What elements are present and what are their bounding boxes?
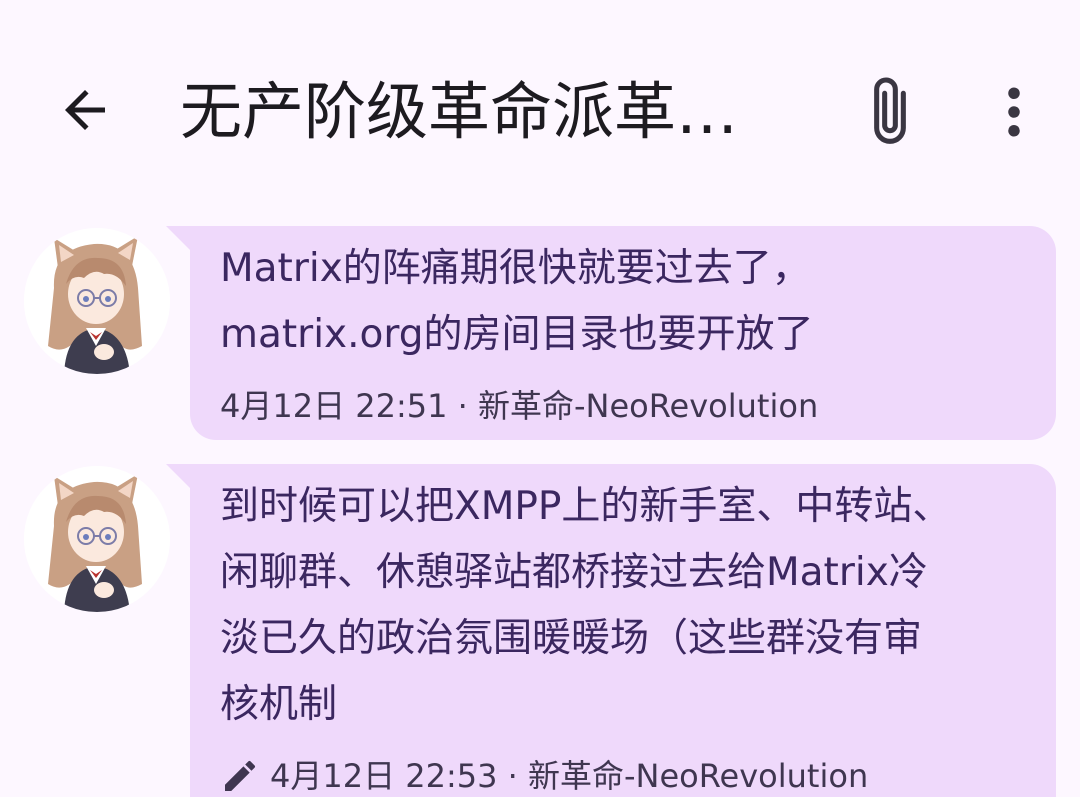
user-avatar[interactable] — [24, 466, 170, 612]
message-sender: 新革命-NeoRevolution — [528, 757, 869, 795]
user-avatar[interactable] — [24, 228, 170, 374]
top-app-bar: 无产阶级革命派革… — [0, 0, 1080, 200]
message-date: 4月12日 — [270, 757, 396, 795]
back-button[interactable] — [40, 70, 130, 150]
more-vert-icon — [1008, 87, 1020, 137]
message-meta: 4月12日 22:53 · 新革命-NeoRevolution — [220, 754, 868, 797]
meta-separator: · — [457, 387, 468, 425]
message-line: matrix.org的房间目录也要开放了 — [220, 312, 814, 357]
message-line: 闲聊群、休憩驿站都桥接过去给Matrix冷 — [220, 550, 928, 595]
message-text: 到时候可以把XMPP上的新手室、中转站、 闲聊群、休憩驿站都桥接过去给Matri… — [220, 474, 1030, 738]
message-line: 核机制 — [220, 682, 338, 727]
chat-screen: 无产阶级革命派革… Matrix的阵痛期很快就要过去了， matrix.org的… — [0, 0, 1080, 797]
message-bubble[interactable]: Matrix的阵痛期很快就要过去了， matrix.org的房间目录也要开放了 … — [166, 226, 1056, 440]
arrow-back-icon — [65, 90, 105, 130]
anime-avatar-icon — [24, 228, 170, 374]
message-time: 22:51 — [355, 387, 448, 425]
message-line: Matrix的阵痛期很快就要过去了， — [220, 246, 811, 291]
message-bubble[interactable]: 到时候可以把XMPP上的新手室、中转站、 闲聊群、休憩驿站都桥接过去给Matri… — [166, 464, 1056, 797]
message-time: 22:53 — [405, 757, 498, 795]
pencil-edit-icon — [220, 756, 260, 796]
message-meta: 4月12日 22:51 · 新革命-NeoRevolution — [220, 384, 818, 428]
message-sender: 新革命-NeoRevolution — [478, 387, 819, 425]
meta-separator: · — [507, 757, 518, 795]
more-options-button[interactable] — [972, 70, 1056, 154]
anime-avatar-icon — [24, 466, 170, 612]
chat-title: 无产阶级革命派革… — [180, 75, 739, 148]
message-line: 淡已久的政治氛围暖暖场（这些群没有审 — [220, 616, 923, 661]
paperclip-icon — [874, 77, 906, 144]
message-text: Matrix的阵痛期很快就要过去了， matrix.org的房间目录也要开放了 — [220, 236, 1030, 368]
attach-button[interactable] — [848, 70, 932, 154]
message-date: 4月12日 — [220, 387, 346, 425]
message-line: 到时候可以把XMPP上的新手室、中转站、 — [220, 484, 952, 529]
